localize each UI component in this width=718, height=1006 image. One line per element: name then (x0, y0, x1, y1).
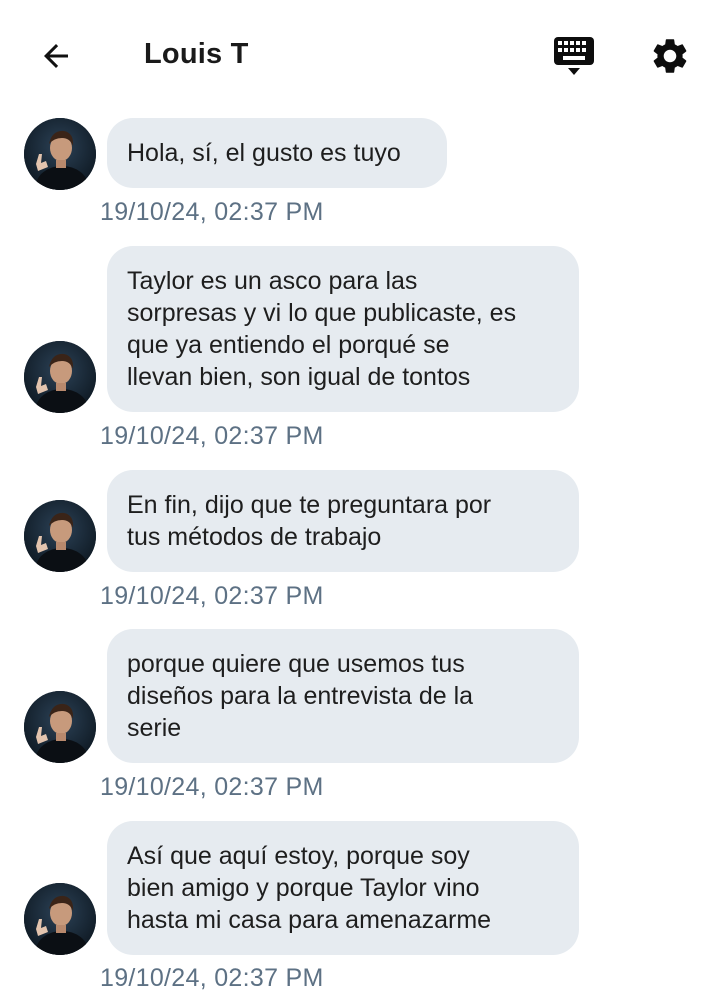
message-text: porque quiere que usemos tus diseños para… (127, 650, 474, 742)
keyboard-icon (554, 37, 594, 75)
message-bubble[interactable]: En fin, dijo que te preguntara por tus mé… (107, 470, 579, 572)
message-timestamp: 19/10/24, 02:37 PM (100, 773, 324, 801)
page-title: Louis T (144, 38, 249, 70)
avatar[interactable] (24, 118, 96, 190)
message-text: Hola, sí, el gusto es tuyo (127, 139, 401, 167)
avatar[interactable] (24, 341, 96, 413)
message-bubble[interactable]: Taylor es un asco para las sorpresas y vi… (107, 246, 579, 412)
message-bubble[interactable]: porque quiere que usemos tus diseños para… (107, 629, 579, 763)
avatar[interactable] (24, 883, 96, 955)
chat-header: Louis T (0, 0, 718, 110)
message-timestamp: 19/10/24, 02:37 PM (100, 964, 324, 992)
message-text: En fin, dijo que te preguntara por tus mé… (127, 491, 492, 551)
keyboard-button[interactable] (552, 36, 596, 80)
message-timestamp: 19/10/24, 02:37 PM (100, 582, 324, 610)
message-timestamp: 19/10/24, 02:37 PM (100, 422, 324, 450)
message-timestamp: 19/10/24, 02:37 PM (100, 198, 324, 226)
settings-button[interactable] (648, 34, 692, 78)
message-text: Así que aquí estoy, porque soy bien amigo… (127, 842, 492, 934)
gear-icon (653, 39, 687, 73)
message-text: Taylor es un asco para las sorpresas y vi… (127, 267, 517, 391)
avatar[interactable] (24, 691, 96, 763)
arrow-left-icon (44, 44, 68, 68)
avatar[interactable] (24, 500, 96, 572)
message-bubble[interactable]: Hola, sí, el gusto es tuyo (107, 118, 447, 188)
message-bubble[interactable]: Así que aquí estoy, porque soy bien amigo… (107, 821, 579, 955)
back-button[interactable] (36, 36, 76, 76)
